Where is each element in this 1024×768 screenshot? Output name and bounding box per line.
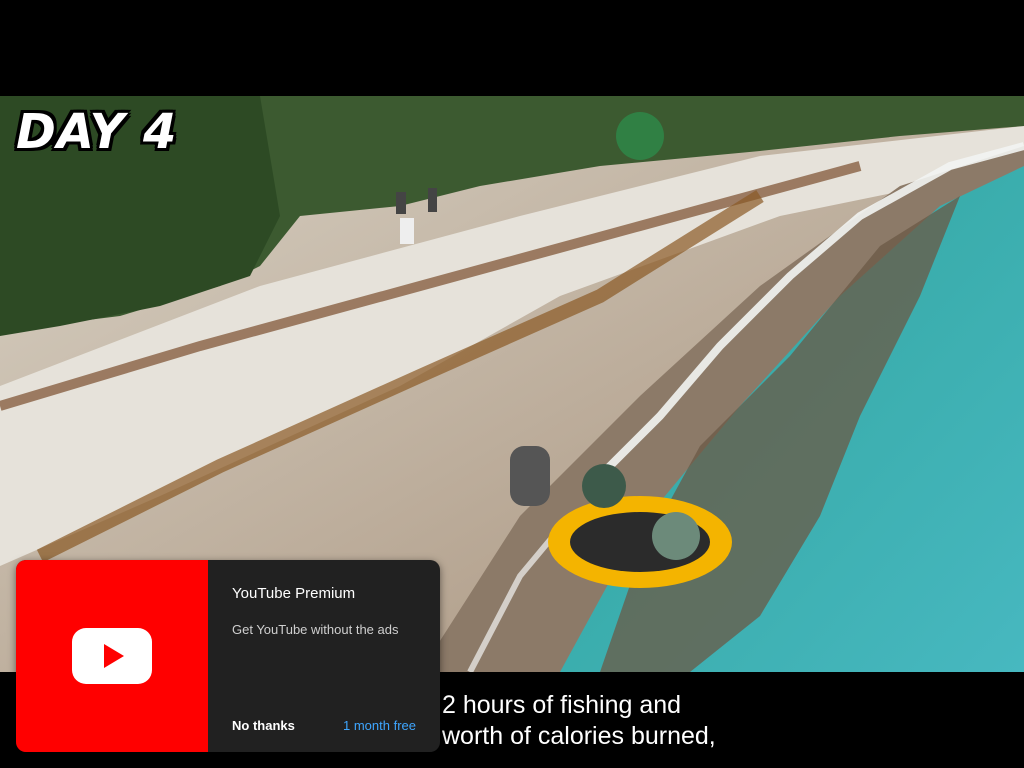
no-thanks-button[interactable]: No thanks bbox=[232, 718, 295, 733]
video-player[interactable]: DAY 4 2 hours of fishing and worth of ca… bbox=[0, 0, 1024, 768]
caption-line: worth of calories burned, bbox=[436, 721, 722, 752]
caption-line: 2 hours of fishing and bbox=[436, 690, 688, 721]
closed-captions: 2 hours of fishing and worth of calories… bbox=[436, 690, 722, 752]
premium-promo-card: YouTube Premium Get YouTube without the … bbox=[16, 560, 440, 752]
promo-subtitle: Get YouTube without the ads bbox=[232, 622, 399, 637]
video-overlay-title: DAY 4 bbox=[16, 104, 178, 160]
youtube-logo bbox=[16, 560, 208, 752]
promo-actions: No thanks 1 month free bbox=[232, 718, 416, 733]
free-trial-button[interactable]: 1 month free bbox=[343, 718, 416, 733]
promo-body: YouTube Premium Get YouTube without the … bbox=[208, 560, 440, 752]
promo-title: YouTube Premium bbox=[232, 585, 356, 602]
youtube-play-icon bbox=[72, 628, 152, 684]
